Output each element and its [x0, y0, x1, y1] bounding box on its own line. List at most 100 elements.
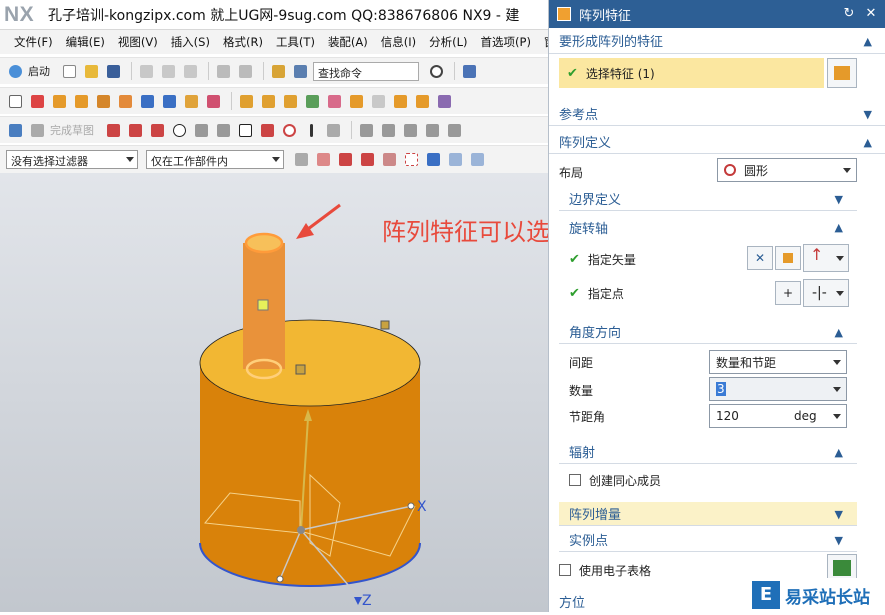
copy-icon[interactable]: [159, 62, 177, 80]
command-search-input[interactable]: 查找命令: [313, 61, 419, 81]
point-snap-icon[interactable]: [358, 151, 376, 169]
menu-analysis[interactable]: 分析(L): [429, 34, 467, 50]
selection-scope-dropdown[interactable]: 仅在工作部件内: [146, 150, 284, 169]
cone-icon[interactable]: [160, 92, 178, 110]
menu-file[interactable]: 文件(F): [14, 34, 53, 50]
section-instance-point[interactable]: 实例点 ▼: [559, 528, 857, 552]
redo-icon[interactable]: [236, 62, 254, 80]
curve-rule-icon[interactable]: [336, 151, 354, 169]
block-icon[interactable]: [116, 92, 134, 110]
rectangle-icon[interactable]: [236, 121, 254, 139]
command-finder-icon[interactable]: [269, 62, 287, 80]
undo-icon[interactable]: [214, 62, 232, 80]
hole-icon[interactable]: [94, 92, 112, 110]
extrude-icon[interactable]: [50, 92, 68, 110]
sketch-icon[interactable]: [6, 92, 24, 110]
shell-icon[interactable]: [369, 92, 387, 110]
select-feature-row[interactable]: ✔ 选择特征 (1): [559, 58, 824, 88]
feature-handle-marker[interactable]: [257, 299, 269, 311]
feature-handle-marker[interactable]: [295, 364, 306, 375]
shaded-view-icon[interactable]: [424, 151, 442, 169]
fillet-icon[interactable]: [192, 121, 210, 139]
menu-tools[interactable]: 工具(T): [276, 34, 315, 50]
edge-blend-icon[interactable]: [325, 92, 343, 110]
revolve-icon[interactable]: [72, 92, 90, 110]
chevron-up-icon[interactable]: ▲: [835, 446, 843, 459]
line-icon[interactable]: [126, 121, 144, 139]
menu-preferences[interactable]: 首选项(P): [481, 34, 531, 50]
specify-point-row[interactable]: ✔ 指定点: [569, 282, 624, 304]
point-icon[interactable]: [280, 121, 298, 139]
sphere-icon[interactable]: [182, 92, 200, 110]
quick-extend-icon[interactable]: [379, 121, 397, 139]
unite-icon[interactable]: [237, 92, 255, 110]
point-dialog-button[interactable]: +: [775, 281, 801, 305]
chamfer-icon[interactable]: [347, 92, 365, 110]
pattern-feature-icon[interactable]: [391, 92, 409, 110]
menu-format[interactable]: 格式(R): [223, 34, 263, 50]
section-pattern-increment[interactable]: 阵列增量 ▼: [559, 502, 857, 526]
pitch-angle-input[interactable]: 120 deg: [709, 404, 847, 428]
chevron-down-icon[interactable]: ▼: [835, 534, 843, 547]
origin-point[interactable]: [297, 526, 305, 534]
base-cylinder-top-face[interactable]: [199, 319, 421, 407]
menu-edit[interactable]: 编辑(E): [66, 34, 105, 50]
chevron-up-icon[interactable]: ▲: [835, 221, 843, 234]
snap-icon[interactable]: [314, 151, 332, 169]
trim-body-icon[interactable]: [303, 92, 321, 110]
close-icon[interactable]: ✕: [863, 6, 879, 22]
menu-view[interactable]: 视图(V): [118, 34, 158, 50]
subtract-icon[interactable]: [259, 92, 277, 110]
make-corner-icon[interactable]: [401, 121, 419, 139]
wcs-icon[interactable]: [380, 151, 398, 169]
chamfer-sketch-icon[interactable]: [214, 121, 232, 139]
dimension-icon[interactable]: [423, 121, 441, 139]
reverse-direction-button[interactable]: ✕: [747, 246, 773, 270]
render-style-icon[interactable]: [468, 151, 486, 169]
feature-select-button[interactable]: [827, 58, 857, 88]
finish-sketch-icon[interactable]: [28, 121, 46, 139]
cylinder-icon[interactable]: [138, 92, 156, 110]
section-angle-direction[interactable]: 角度方向 ▲: [559, 320, 857, 344]
profile-icon[interactable]: [104, 121, 122, 139]
intersect-icon[interactable]: [281, 92, 299, 110]
spacing-dropdown[interactable]: 数量和节距: [709, 350, 847, 374]
chevron-up-icon[interactable]: ▲: [864, 136, 872, 149]
section-boundary-definition[interactable]: 边界定义 ▼: [559, 187, 857, 211]
vector-dialog-button[interactable]: [775, 246, 801, 270]
assembly-filter-icon[interactable]: [292, 151, 310, 169]
offset-curve-icon[interactable]: [324, 121, 342, 139]
vector-type-dropdown[interactable]: ↑: [803, 244, 849, 272]
menu-insert[interactable]: 插入(S): [171, 34, 210, 50]
specify-vector-row[interactable]: ✔ 指定矢量: [569, 248, 636, 270]
new-file-icon[interactable]: [60, 62, 78, 80]
quick-trim-icon[interactable]: [357, 121, 375, 139]
cut-icon[interactable]: [137, 62, 155, 80]
small-cylinder-top-face[interactable]: [244, 232, 284, 254]
section-rotation-axis[interactable]: 旋转轴 ▲: [559, 215, 857, 239]
datum-icon[interactable]: [28, 92, 46, 110]
section-radiation[interactable]: 辐射 ▲: [559, 440, 857, 464]
chevron-down-icon[interactable]: ▼: [864, 108, 872, 121]
touch-mode-icon[interactable]: [291, 62, 309, 80]
chevron-down-icon[interactable]: ▼: [835, 508, 843, 521]
finish-sketch-button[interactable]: 完成草图: [50, 122, 94, 138]
reset-icon[interactable]: ↻: [841, 6, 857, 22]
section-feature-to-pattern[interactable]: 要形成阵列的特征 ▲: [549, 28, 885, 54]
arc-icon[interactable]: [148, 121, 166, 139]
use-spreadsheet-checkbox[interactable]: [559, 564, 571, 576]
mirror-icon[interactable]: [413, 92, 431, 110]
chevron-down-icon[interactable]: ▼: [835, 193, 843, 206]
wireframe-view-icon[interactable]: [446, 151, 464, 169]
paste-icon[interactable]: [181, 62, 199, 80]
offset-face-icon[interactable]: [435, 92, 453, 110]
create-concentric-checkbox[interactable]: [569, 474, 581, 486]
circle-icon[interactable]: [170, 121, 188, 139]
boss-icon[interactable]: [204, 92, 222, 110]
layout-dropdown[interactable]: 圆形: [717, 158, 857, 182]
type-filter-dropdown[interactable]: 没有选择过滤器: [6, 150, 138, 169]
menu-information[interactable]: 信息(I): [381, 34, 416, 50]
use-spreadsheet-row[interactable]: 使用电子表格: [559, 560, 651, 580]
point-type-dropdown[interactable]: -|-: [803, 279, 849, 307]
chevron-up-icon[interactable]: ▲: [835, 326, 843, 339]
